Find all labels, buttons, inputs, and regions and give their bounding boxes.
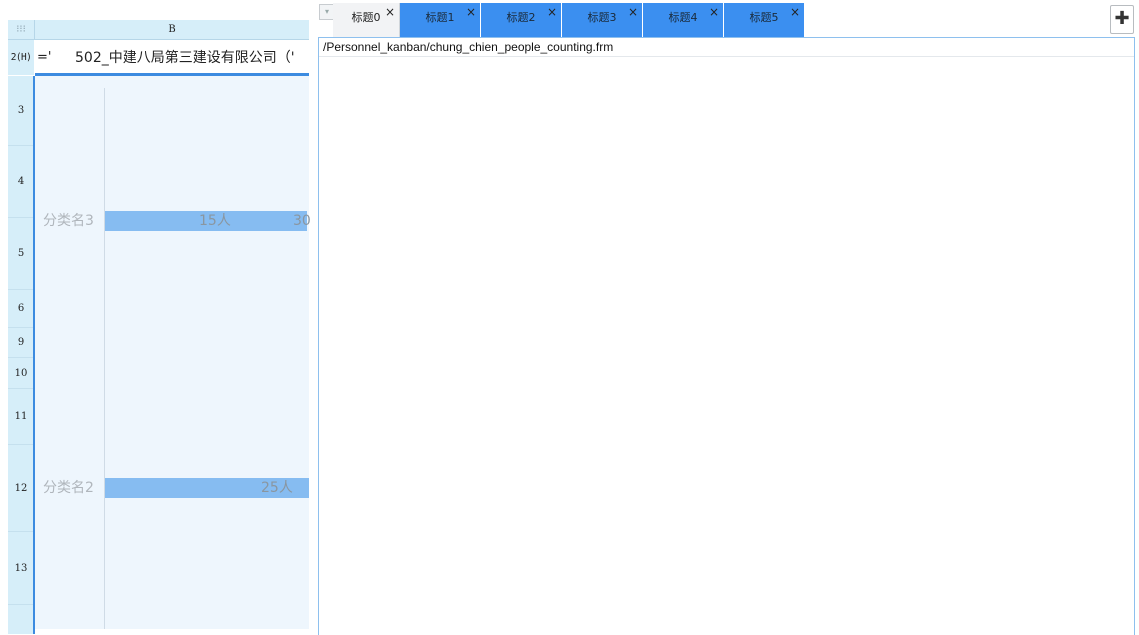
add-tab-button[interactable]: ✚ — [1110, 5, 1134, 34]
close-icon[interactable]: × — [709, 0, 719, 27]
tab-label: 标题5 — [749, 11, 779, 24]
row-header[interactable]: 11 — [8, 389, 34, 445]
row-headers: 3 4 5 6 9 10 11 12 13 — [8, 76, 34, 634]
tab-label: 标题2 — [506, 11, 536, 24]
row-header[interactable]: 5 — [8, 218, 34, 290]
tab-5[interactable]: 标题5 × — [724, 3, 804, 37]
row-header[interactable]: 3 — [8, 76, 34, 146]
tab-label: 标题3 — [587, 11, 617, 24]
tab-4[interactable]: 标题4 × — [643, 3, 723, 37]
row-header[interactable]: 6 — [8, 290, 34, 328]
formula-prefix: =' — [37, 50, 52, 65]
tab-0[interactable]: 标题0 × — [333, 3, 400, 37]
chart-area: 分类名3 15人分类名2 25人 30 — [35, 76, 311, 629]
close-icon[interactable]: × — [466, 0, 476, 27]
category-label: 分类名3 — [43, 213, 94, 229]
tab-3[interactable]: 标题3 × — [562, 3, 642, 37]
data-label: 30 — [293, 213, 311, 229]
file-path: /Personnel_kanban/chung_chien_people_cou… — [319, 38, 1134, 57]
data-label: 25人 — [261, 480, 293, 496]
add-tab-icon: ✚ — [1114, 8, 1130, 29]
spreadsheet-pane: ⁝⁝⁝ B 2(H) =' 502_中建八局第三建设有限公司（' 3 4 5 6… — [0, 0, 318, 634]
close-icon[interactable]: × — [628, 0, 638, 27]
close-icon[interactable]: × — [547, 0, 557, 27]
grid-icon: ⁝⁝⁝ — [16, 24, 26, 35]
select-all-corner[interactable]: ⁝⁝⁝ — [8, 20, 35, 40]
tab-label: 标题1 — [425, 11, 455, 24]
close-icon[interactable]: × — [790, 0, 800, 27]
row-header[interactable]: 4 — [8, 146, 34, 218]
formula-text: 502_中建八局第三建设有限公司（' — [75, 50, 295, 66]
category-axis-line — [104, 88, 105, 629]
row-header[interactable]: 13 — [8, 532, 34, 605]
content-frame: /Personnel_kanban/chung_chien_people_cou… — [318, 37, 1135, 635]
row-header[interactable]: 9 — [8, 328, 34, 358]
close-icon[interactable]: × — [385, 0, 395, 27]
row-header[interactable]: 12 — [8, 445, 34, 532]
formula-cell[interactable]: =' 502_中建八局第三建设有限公司（' — [35, 40, 309, 76]
dropdown-icon: ▾ — [324, 7, 329, 16]
column-header-b[interactable]: B — [35, 20, 309, 40]
data-label: 15人 — [199, 213, 231, 229]
tab-label: 标题4 — [668, 11, 698, 24]
tab-1[interactable]: 标题1 × — [400, 3, 480, 37]
row-header-2[interactable]: 2(H) — [8, 40, 34, 75]
tab-label: 标题0 — [351, 11, 381, 24]
row-header[interactable]: 10 — [8, 358, 34, 389]
category-label: 分类名2 — [43, 480, 94, 496]
tab-2[interactable]: 标题2 × — [481, 3, 561, 37]
